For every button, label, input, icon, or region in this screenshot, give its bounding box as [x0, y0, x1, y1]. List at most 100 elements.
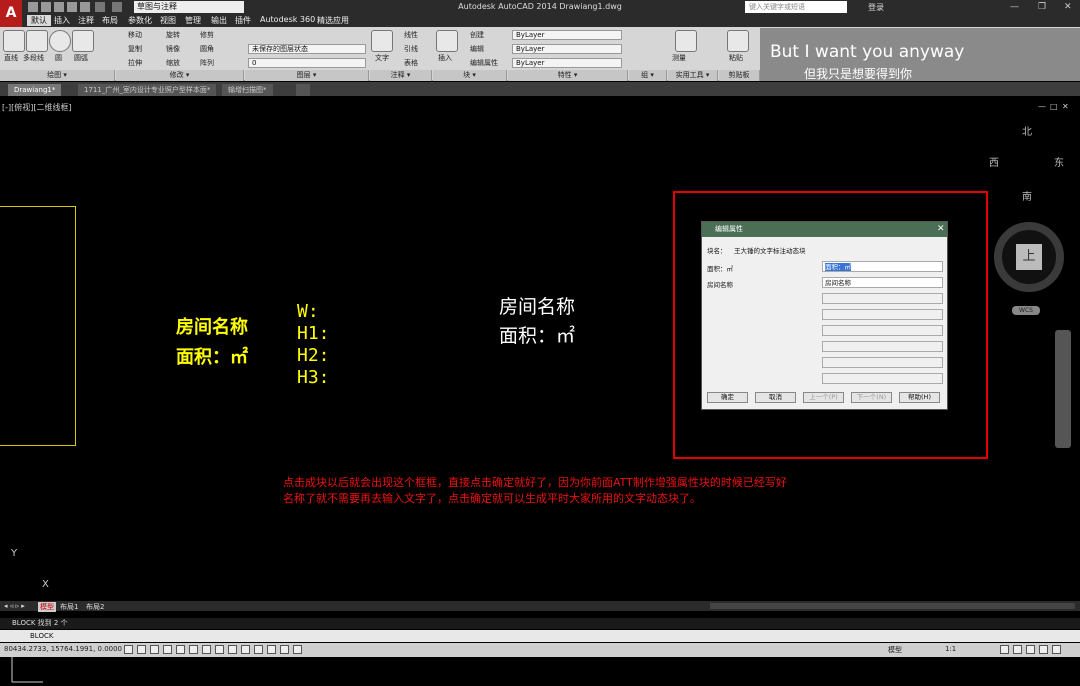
wcs-menu-button[interactable]: WCS [1012, 306, 1040, 315]
minimize-icon[interactable]: — [1010, 2, 1019, 12]
circle-tool-icon[interactable] [49, 30, 71, 52]
dialog-close-icon[interactable]: ✕ [937, 224, 945, 234]
doc-tab-drawiang1[interactable]: Drawiang1* [8, 84, 62, 96]
drawing-canvas[interactable]: [-][俯视][二维线框] — □ ✕ 房间名称 面积：㎡ W: H1: H2:… [0, 96, 1080, 683]
block-panel-title[interactable]: 块 ▾ [433, 70, 507, 81]
model-space-button[interactable]: 模型 [888, 645, 902, 655]
ok-button[interactable]: 确定 [707, 392, 748, 403]
ortho-icon[interactable] [163, 645, 172, 654]
viewport-close-icon[interactable]: ✕ [1062, 102, 1069, 111]
compass-east[interactable]: 东 [1054, 154, 1064, 169]
isolate-icon[interactable] [1039, 645, 1048, 654]
lineweight-select[interactable]: ByLayer [512, 58, 622, 68]
leader-button[interactable]: 引线 [404, 44, 418, 54]
compass-west[interactable]: 西 [989, 154, 999, 169]
tab-insert[interactable]: 插入 [54, 15, 70, 26]
tab-plugins[interactable]: 插件 [235, 15, 251, 26]
text-tool-icon[interactable] [371, 30, 393, 52]
tab-view[interactable]: 视图 [160, 15, 176, 26]
edit-block-button[interactable]: 编辑 [470, 44, 484, 54]
move-button[interactable]: 移动 [128, 30, 142, 40]
stretch-button[interactable]: 拉伸 [128, 58, 142, 68]
trim-button[interactable]: 修剪 [200, 30, 214, 40]
linetype-select[interactable]: ByLayer [512, 44, 622, 54]
copy-button[interactable]: 复制 [128, 44, 142, 54]
app-logo-button[interactable]: A [0, 0, 22, 28]
room-field[interactable]: 房间名称 [822, 277, 943, 288]
color-select[interactable]: ByLayer [512, 30, 622, 40]
navigation-bar[interactable] [1055, 330, 1071, 448]
restore-icon[interactable]: ❐ [1038, 2, 1046, 12]
polar-icon[interactable] [176, 645, 185, 654]
rotate-button[interactable]: 旋转 [166, 30, 180, 40]
viewport-restore-icon[interactable]: □ [1050, 102, 1058, 111]
tab-autodesk360[interactable]: Autodesk 360 [260, 15, 315, 24]
layers-panel-title[interactable]: 图层 ▾ [245, 70, 369, 81]
compass-south[interactable]: 南 [1022, 188, 1032, 203]
search-input[interactable]: 键入关键字或短语 [745, 1, 847, 13]
utilities-panel-title[interactable]: 实用工具 ▾ [668, 70, 718, 81]
saveas-icon[interactable] [67, 2, 77, 12]
save-icon[interactable] [54, 2, 64, 12]
command-line[interactable]: BLOCK [0, 630, 1080, 642]
tab-parametric[interactable]: 参数化 [128, 15, 152, 26]
paste-icon[interactable] [727, 30, 749, 52]
draw-panel-title[interactable]: 绘图 ▾ [0, 70, 115, 81]
snap-icon[interactable] [137, 645, 146, 654]
measure-icon[interactable] [675, 30, 697, 52]
annotation-panel-title[interactable]: 注释 ▾ [370, 70, 432, 81]
scale-button[interactable]: 缩放 [166, 58, 180, 68]
new-tab-icon[interactable] [296, 84, 310, 96]
table-button[interactable]: 表格 [404, 58, 418, 68]
arc-tool-icon[interactable] [72, 30, 94, 52]
viewcube[interactable]: 上 [994, 222, 1064, 292]
groups-panel-title[interactable]: 组 ▾ [629, 70, 667, 81]
layer-state-select[interactable]: 未保存的图层状态 [248, 44, 366, 54]
dyn-icon[interactable] [241, 645, 250, 654]
doc-tab-1711[interactable]: 1711_广州_室内设计专业照户型样本面* [78, 84, 217, 96]
area-field[interactable]: 面积：㎡ [822, 261, 943, 272]
clipboard-panel-title[interactable]: 剪贴板 [719, 70, 760, 81]
workspace-select[interactable]: 草图与注释 [134, 1, 244, 13]
mirror-button[interactable]: 镜像 [166, 44, 180, 54]
tab-output[interactable]: 输出 [211, 15, 227, 26]
ducs-icon[interactable] [228, 645, 237, 654]
transparency-icon[interactable] [267, 645, 276, 654]
layout-nav-icon[interactable]: ◂ ◃ ▹ ▸ [4, 602, 25, 610]
close-icon[interactable]: ✕ [1064, 2, 1072, 12]
tab-manage[interactable]: 管理 [185, 15, 201, 26]
print-icon[interactable] [80, 2, 90, 12]
new-icon[interactable] [28, 2, 38, 12]
annotation-scale[interactable]: 1:1 [945, 645, 956, 653]
linear-dim-button[interactable]: 线性 [404, 30, 418, 40]
line-tool-icon[interactable] [3, 30, 25, 52]
infer-constraints-icon[interactable] [124, 645, 133, 654]
tab-layout[interactable]: 布局 [102, 15, 118, 26]
hardware-accel-icon[interactable] [1026, 645, 1035, 654]
doc-tab-scan[interactable]: 输增扫描图* [222, 84, 273, 96]
polyline-tool-icon[interactable] [26, 30, 48, 52]
fillet-button[interactable]: 圆角 [200, 44, 214, 54]
lineweight-icon[interactable] [254, 645, 263, 654]
help-button[interactable]: 帮助(H) [899, 392, 940, 403]
horizontal-scrollbar[interactable] [710, 603, 1075, 609]
undo-icon[interactable] [95, 2, 105, 12]
login-link[interactable]: 登录 [868, 2, 884, 13]
tab-default[interactable]: 默认 [27, 15, 51, 26]
cancel-button[interactable]: 取消 [755, 392, 796, 403]
redo-icon[interactable] [112, 2, 122, 12]
lock-icon[interactable] [1013, 645, 1022, 654]
layout-tab-1[interactable]: 布局1 [60, 602, 78, 612]
3d-osnap-icon[interactable] [202, 645, 211, 654]
modify-panel-title[interactable]: 修改 ▾ [116, 70, 244, 81]
view-label[interactable]: [-][俯视][二维线框] [2, 102, 72, 113]
properties-panel-title[interactable]: 特性 ▾ [508, 70, 628, 81]
create-block-button[interactable]: 创建 [470, 30, 484, 40]
array-button[interactable]: 阵列 [200, 58, 214, 68]
clean-screen-icon[interactable] [1052, 645, 1061, 654]
compass-north[interactable]: 北 [1022, 123, 1032, 138]
layout-tab-2[interactable]: 布局2 [86, 602, 104, 612]
tab-annotate[interactable]: 注释 [78, 15, 94, 26]
osnap-icon[interactable] [189, 645, 198, 654]
edit-attr-button[interactable]: 编辑属性 [470, 58, 498, 68]
